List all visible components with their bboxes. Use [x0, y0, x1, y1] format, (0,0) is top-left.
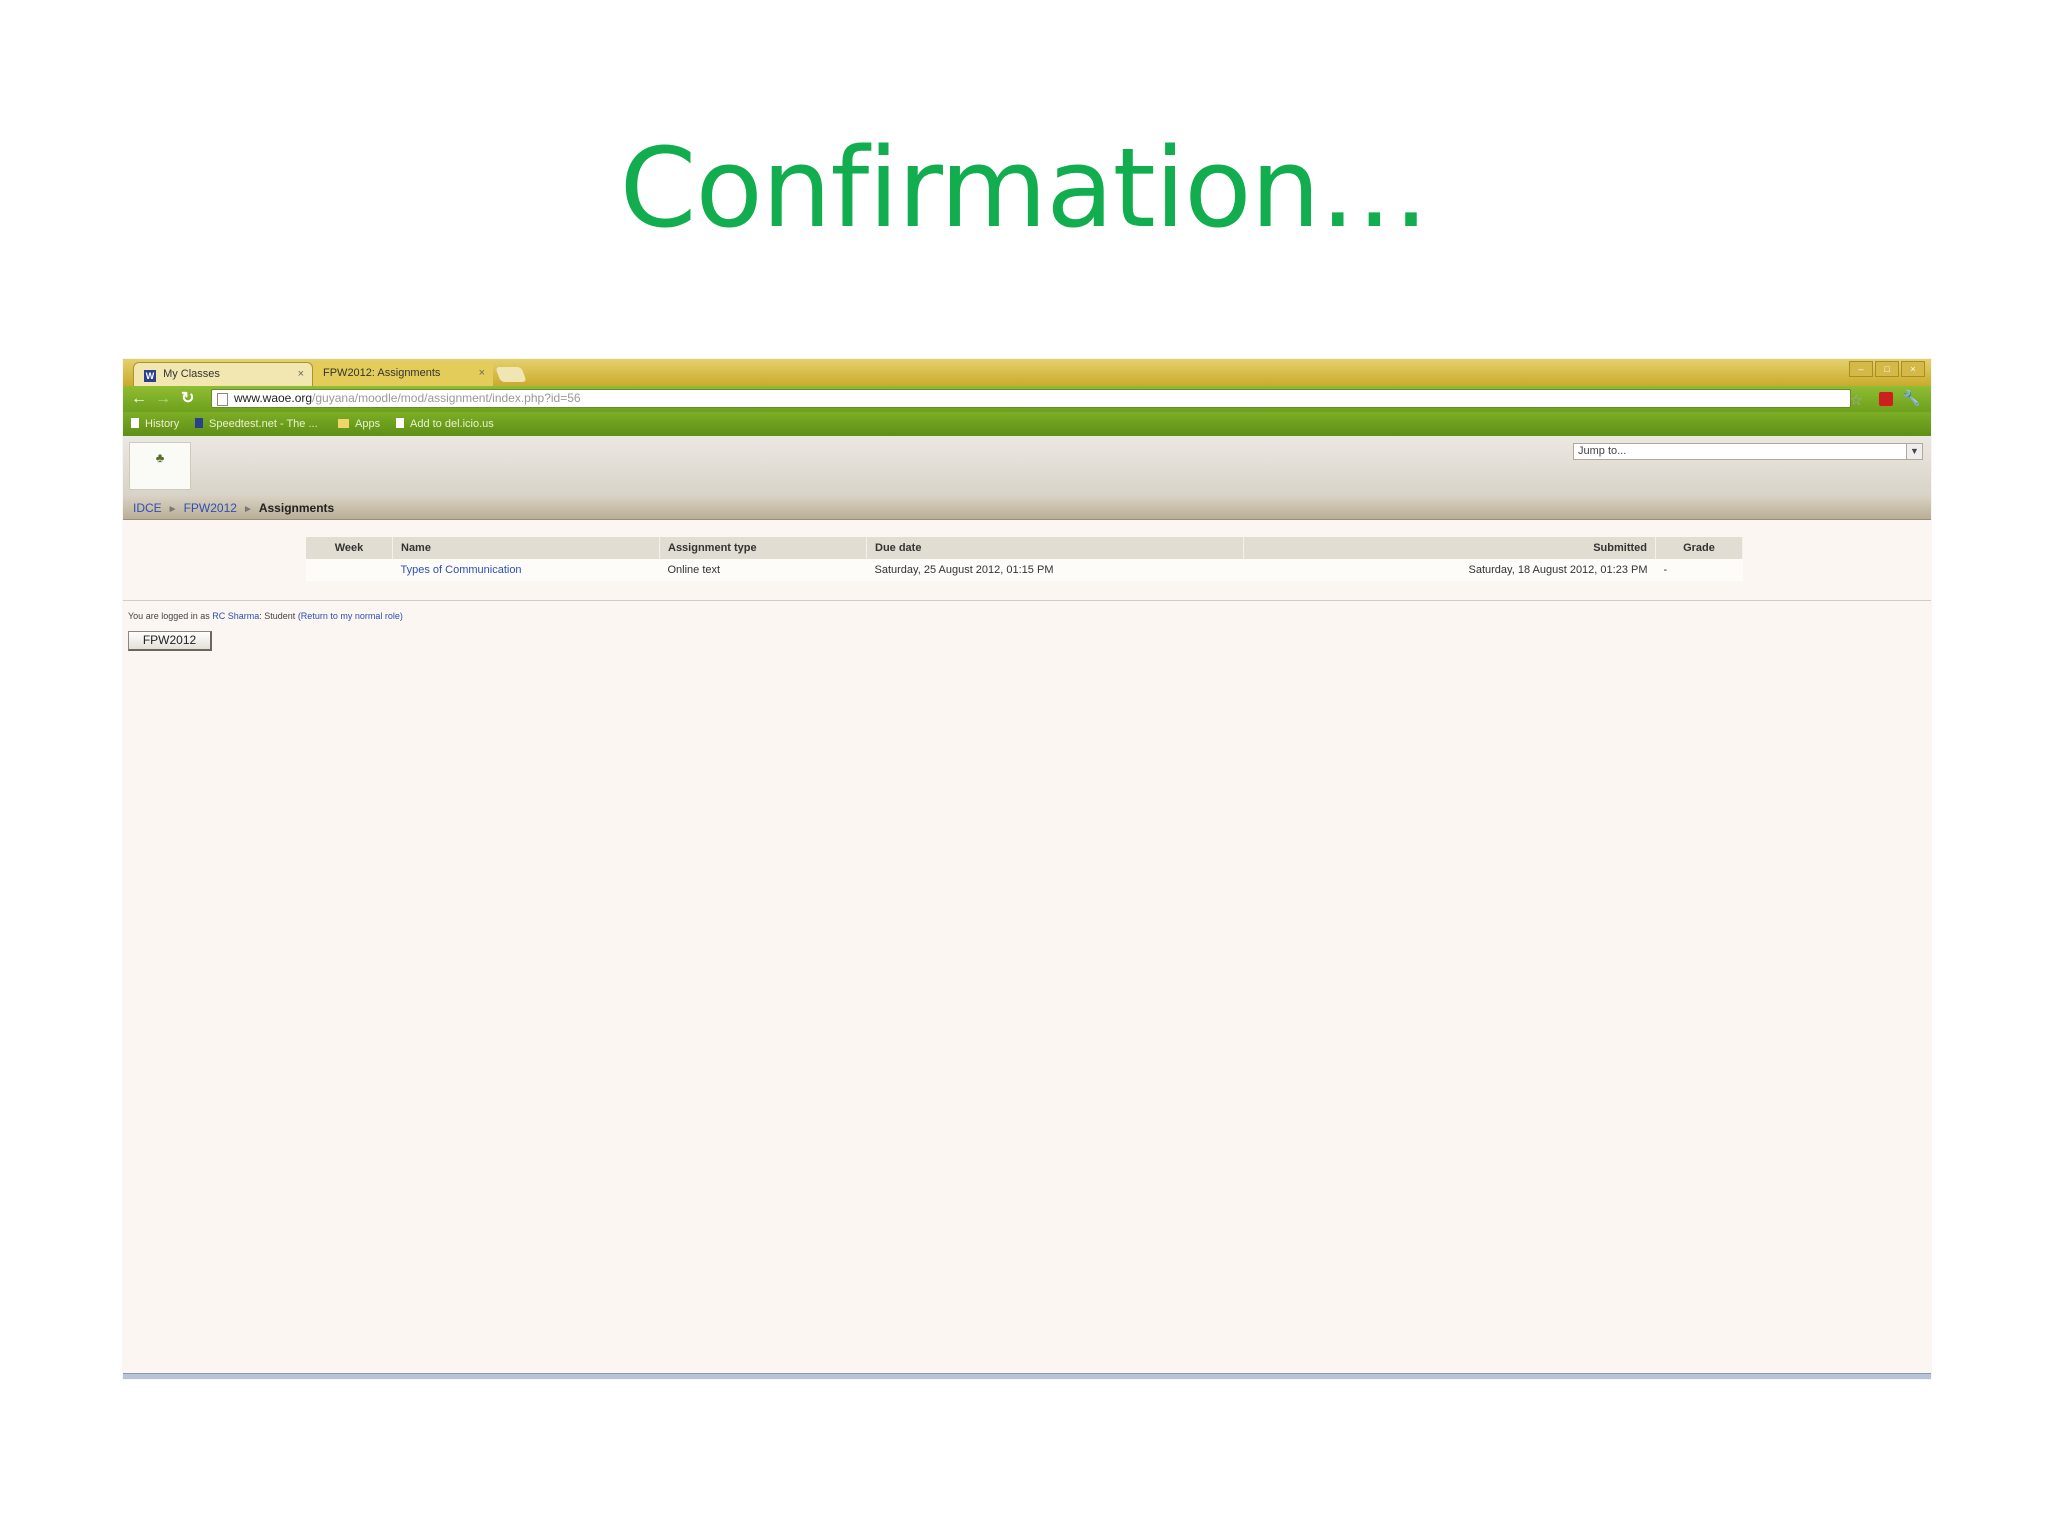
window-controls: – □ ×	[1849, 361, 1925, 377]
bookmark-item[interactable]: Speedtest.net - The ...	[195, 416, 318, 432]
tab-label: My Classes	[163, 368, 220, 380]
bookmark-item[interactable]: History	[131, 416, 179, 432]
col-name[interactable]: Name	[392, 537, 660, 559]
back-icon[interactable]: ←	[131, 389, 147, 409]
col-type[interactable]: Assignment type	[659, 537, 867, 559]
page-icon	[217, 393, 228, 406]
moodle-header: ♣ Jump to... ▼	[123, 436, 1931, 496]
maximize-icon[interactable]: □	[1875, 361, 1899, 377]
forward-icon[interactable]: →	[155, 389, 171, 409]
breadcrumb-course[interactable]: FPW2012	[184, 501, 237, 515]
browser-screenshot: W My Classes × FPW2012: Assignments × – …	[123, 359, 1931, 1379]
table-header-row: Week Name Assignment type Due date Submi…	[306, 537, 1743, 559]
cell-type: Online text	[659, 559, 867, 581]
minimize-icon[interactable]: –	[1849, 361, 1873, 377]
close-window-icon[interactable]: ×	[1901, 361, 1925, 377]
tab-bar: W My Classes × FPW2012: Assignments × – …	[123, 359, 1931, 387]
chevron-down-icon: ▼	[1906, 444, 1922, 459]
assignments-table: Week Name Assignment type Due date Submi…	[306, 537, 1743, 581]
course-button[interactable]: FPW2012	[128, 631, 212, 651]
url-path: /guyana/moodle/mod/assignment/index.php?…	[312, 391, 581, 405]
cell-submitted: Saturday, 18 August 2012, 01:23 PM	[1243, 559, 1656, 581]
extension-icon[interactable]	[1879, 392, 1893, 406]
page-icon	[131, 418, 139, 428]
breadcrumb-separator-icon: ►	[167, 504, 178, 515]
breadcrumb-current: Assignments	[258, 501, 335, 515]
close-icon[interactable]: ×	[298, 363, 304, 385]
divider	[123, 600, 1931, 601]
wrench-menu-icon[interactable]: 🔧	[1902, 389, 1921, 407]
cell-name: Types of Communication	[392, 559, 660, 581]
bookmark-item[interactable]: Apps	[338, 416, 380, 432]
breadcrumb-root[interactable]: IDCE	[133, 501, 162, 515]
folder-icon	[338, 419, 349, 428]
col-due[interactable]: Due date	[866, 537, 1244, 559]
site-logo[interactable]: ♣	[129, 442, 191, 490]
col-week[interactable]: Week	[306, 537, 393, 559]
speedtest-icon	[195, 418, 203, 428]
cell-grade: -	[1655, 559, 1743, 581]
taskbar-strip	[123, 1373, 1931, 1379]
new-tab-button[interactable]	[495, 367, 527, 382]
url-input[interactable]: www.waoe.org/guyana/moodle/mod/assignmen…	[211, 389, 1851, 408]
breadcrumb: IDCE ► FPW2012 ► Assignments	[123, 496, 1931, 520]
return-role-link[interactable]: (Return to my normal role)	[298, 611, 403, 621]
col-submitted[interactable]: Submitted	[1243, 537, 1656, 559]
tab-my-classes[interactable]: W My Classes ×	[133, 362, 313, 386]
table-row: Types of Communication Online text Satur…	[306, 559, 1743, 581]
tab-assignments[interactable]: FPW2012: Assignments ×	[313, 362, 493, 386]
site-favicon-icon: W	[144, 370, 156, 382]
cell-due: Saturday, 25 August 2012, 01:15 PM	[866, 559, 1244, 581]
page-icon	[396, 418, 404, 428]
address-toolbar: ← → ↻ www.waoe.org/guyana/moodle/mod/ass…	[123, 386, 1931, 412]
jump-to-label: Jump to...	[1578, 445, 1627, 457]
assignment-link[interactable]: Types of Communication	[401, 564, 522, 576]
jump-to-select[interactable]: Jump to... ▼	[1573, 443, 1923, 460]
login-info: You are logged in as RC Sharma: Student …	[128, 611, 403, 621]
col-grade[interactable]: Grade	[1655, 537, 1743, 559]
url-domain: www.waoe.org	[234, 391, 313, 405]
close-icon[interactable]: ×	[479, 362, 485, 384]
cell-week	[306, 559, 393, 581]
breadcrumb-separator-icon: ►	[242, 504, 253, 515]
bookmark-item[interactable]: Add to del.icio.us	[396, 416, 494, 432]
reload-icon[interactable]: ↻	[181, 389, 194, 409]
tab-label: FPW2012: Assignments	[323, 367, 441, 379]
user-link[interactable]: RC Sharma	[212, 611, 259, 621]
slide-title: Confirmation…	[619, 124, 1430, 252]
bookmark-star-icon[interactable]: ☆	[1850, 391, 1863, 409]
bookmarks-bar: History Speedtest.net - The ... Apps Add…	[123, 412, 1931, 437]
